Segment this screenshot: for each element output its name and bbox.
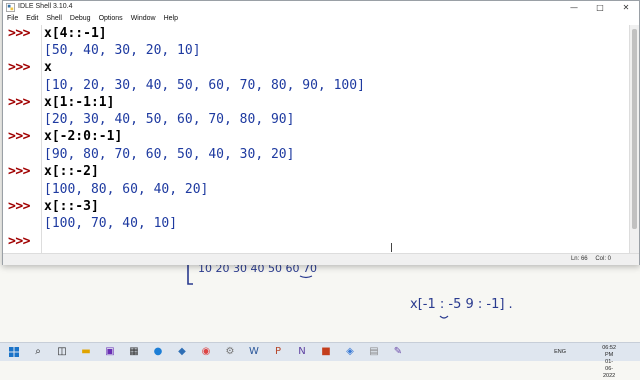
file-explorer-icon[interactable]: ▬ bbox=[80, 346, 92, 358]
shell-output-line: [20, 30, 40, 50, 60, 70, 80, 90] bbox=[44, 112, 295, 127]
menu-help[interactable]: Help bbox=[160, 14, 182, 24]
line-number-indicator: Ln: 66 bbox=[570, 256, 588, 262]
chrome-browser-icon[interactable]: ◉ bbox=[200, 346, 212, 358]
shell-text-area[interactable]: >>> >>> >>> >>> >>> >>> >>> x[4::-1] [50… bbox=[3, 25, 629, 253]
prompt-gutter: >>> >>> >>> >>> >>> >>> >>> bbox=[3, 25, 41, 253]
whiteboard-expression: x[-1 : -5 9 : -1] . bbox=[410, 297, 513, 312]
menu-edit[interactable]: Edit bbox=[22, 14, 42, 24]
app-icon[interactable]: ▦ bbox=[128, 346, 140, 358]
clock-date: 01-06-2022 bbox=[602, 359, 616, 379]
shell-prompt: >>> bbox=[8, 234, 30, 249]
shell-prompt: >>> bbox=[8, 164, 30, 179]
shell-input-line: x[-2:0:-1] bbox=[44, 129, 123, 144]
media-app-icon[interactable]: ▣ bbox=[104, 346, 116, 358]
menu-options[interactable]: Options bbox=[95, 14, 127, 24]
settings-gear-icon[interactable]: ⚙ bbox=[224, 346, 236, 358]
shell-output-line: [90, 80, 70, 60, 50, 40, 30, 20] bbox=[44, 147, 295, 162]
windows-start-icon[interactable] bbox=[8, 346, 20, 358]
title-bar[interactable]: IDLE Shell 3.10.4 — □ ✕ bbox=[3, 1, 639, 14]
menu-debug[interactable]: Debug bbox=[66, 14, 95, 24]
shell-input-line: x bbox=[44, 60, 52, 75]
gutter-divider bbox=[41, 25, 42, 253]
shell-prompt: >>> bbox=[8, 129, 30, 144]
maximize-button[interactable]: □ bbox=[587, 1, 613, 14]
shell-prompt: >>> bbox=[8, 60, 30, 75]
menu-bar: File Edit Shell Debug Options Window Hel… bbox=[3, 14, 639, 24]
scrollbar-thumb[interactable] bbox=[632, 29, 637, 229]
shell-output-line: [100, 70, 40, 10] bbox=[44, 216, 178, 231]
shell-prompt: >>> bbox=[8, 26, 30, 41]
language-indicator[interactable]: ENG bbox=[554, 349, 566, 355]
menu-shell[interactable]: Shell bbox=[42, 14, 66, 24]
taskbar: ⌕ ◫ ▬ ▣ ▦ ● ◆ ◉ ⚙ W P N ■ ◈ ▤ ✎ ENG 06:5… bbox=[0, 342, 640, 379]
edge-browser-icon[interactable]: ● bbox=[152, 346, 164, 358]
python-idle-icon bbox=[6, 3, 15, 12]
shell-output-line: [10, 20, 30, 40, 50, 60, 70, 80, 90, 100… bbox=[44, 78, 365, 93]
shell-output-line: [100, 80, 60, 40, 20] bbox=[44, 182, 209, 197]
shell-output-line: [50, 40, 30, 20, 10] bbox=[44, 43, 201, 58]
menu-file[interactable]: File bbox=[3, 14, 22, 24]
python-idle-taskbar-icon[interactable]: ◈ bbox=[344, 346, 356, 358]
shell-input-line: x[::-3] bbox=[44, 199, 99, 214]
python-icon[interactable]: ◆ bbox=[176, 346, 188, 358]
shell-input-line: x[4::-1] bbox=[44, 26, 107, 41]
shell-input-line: x[::-2] bbox=[44, 164, 99, 179]
clock-time: 06:52 PM bbox=[602, 345, 616, 358]
menu-window[interactable]: Window bbox=[127, 14, 160, 24]
word-icon[interactable]: W bbox=[248, 346, 260, 358]
shell-prompt: >>> bbox=[8, 95, 30, 110]
status-bar: Ln: 66 Col: 0 bbox=[3, 253, 639, 265]
task-view-icon[interactable]: ◫ bbox=[56, 346, 68, 358]
close-button[interactable]: ✕ bbox=[613, 1, 639, 14]
office-icon[interactable]: ■ bbox=[320, 346, 332, 358]
app-icon[interactable]: ▤ bbox=[368, 346, 380, 358]
minimize-button[interactable]: — bbox=[561, 1, 587, 14]
window-title: IDLE Shell 3.10.4 bbox=[18, 3, 73, 10]
clock[interactable]: 06:52 PM 01-06-2022 bbox=[602, 345, 616, 380]
onenote-icon[interactable]: N bbox=[296, 346, 308, 358]
column-number-indicator: Col: 0 bbox=[595, 256, 611, 262]
mouse-ibeam-cursor bbox=[391, 243, 392, 252]
powerpoint-icon[interactable]: P bbox=[272, 346, 284, 358]
idle-shell-window: IDLE Shell 3.10.4 — □ ✕ File Edit Shell … bbox=[2, 0, 640, 265]
vertical-scrollbar[interactable] bbox=[629, 25, 639, 253]
search-icon[interactable]: ⌕ bbox=[32, 346, 44, 358]
shell-prompt: >>> bbox=[8, 199, 30, 214]
shell-input-line: x[1:-1:1] bbox=[44, 95, 115, 110]
paint-icon[interactable]: ✎ bbox=[392, 346, 404, 358]
